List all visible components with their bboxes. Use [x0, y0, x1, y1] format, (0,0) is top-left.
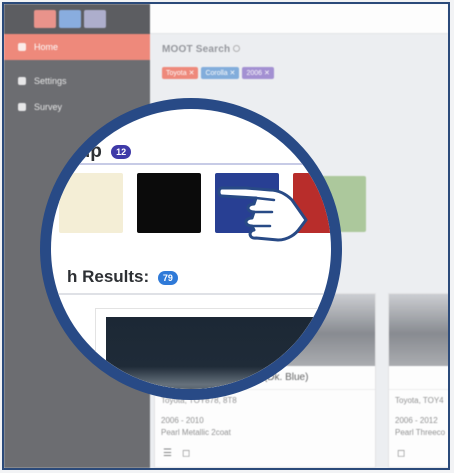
list-icon[interactable]: ☰: [163, 448, 172, 459]
search-results-heading: h Results: 79: [67, 267, 178, 287]
result-card-years: 2006 - 2010: [161, 416, 204, 425]
sidebar-item-label: Home: [34, 42, 59, 52]
color-swatch[interactable]: [137, 173, 201, 233]
page-title-text: MOOT Search: [162, 44, 231, 55]
clipboard-icon: [18, 103, 26, 111]
result-card-name: TO: [389, 366, 448, 390]
result-card-finish: Pearl Metallic 2coat: [161, 428, 231, 437]
sidebar-item-label: Settings: [34, 76, 67, 86]
color-swatch[interactable]: [59, 173, 123, 233]
result-card-finish: Pearl Threeco: [395, 428, 446, 437]
page-title: MOOT Search: [162, 44, 436, 55]
color-group-heading-text: oup: [67, 141, 102, 162]
color-group-count-badge: 12: [111, 144, 132, 159]
divider: [51, 163, 331, 165]
paint-sample-image: [389, 294, 448, 366]
top-bar: [150, 4, 448, 34]
magnified-result-card[interactable]: [95, 308, 331, 389]
sidebar-item-home[interactable]: Home: [4, 34, 150, 60]
screenshot-stage: Home Settings Survey MOOT Search Toyota …: [0, 0, 454, 473]
gear-icon: [18, 77, 26, 85]
pointing-hand-icon: [217, 186, 308, 242]
results-count-badge: 79: [157, 270, 178, 285]
divider: [51, 293, 331, 295]
filter-chips: Toyota ✕ Corolla ✕ 2006 ✕: [162, 67, 436, 79]
result-card-codes: Toyota, TOY4: [395, 396, 444, 405]
app-logo: [34, 10, 106, 28]
color-group-heading: oup 12: [67, 141, 132, 163]
details-icon[interactable]: ◻: [397, 448, 405, 459]
result-card-actions: ◻: [389, 444, 448, 467]
app-frame: Home Settings Survey MOOT Search Toyota …: [2, 2, 450, 470]
result-card-years: 2006 - 2012: [395, 416, 438, 425]
sidebar-item-settings[interactable]: Settings: [4, 68, 150, 94]
result-card-meta: Toyota, TOY4 2006 - 2012 Pearl Threeco: [389, 390, 448, 444]
filter-chip-make[interactable]: Toyota ✕: [162, 67, 199, 79]
paint-sample-image: [106, 317, 331, 389]
filter-chip-year[interactable]: 2006 ✕: [242, 67, 274, 79]
home-icon: [18, 43, 26, 51]
search-results-heading-text: h Results:: [67, 267, 150, 286]
sidebar-header: [4, 4, 150, 34]
info-icon[interactable]: [233, 45, 241, 52]
filter-chip-model[interactable]: Corolla ✕: [201, 67, 240, 79]
result-card[interactable]: TO Toyota, TOY4 2006 - 2012 Pearl Threec…: [388, 293, 448, 468]
result-card-actions: ☰ ◻: [155, 444, 375, 467]
details-icon[interactable]: ◻: [182, 448, 190, 459]
